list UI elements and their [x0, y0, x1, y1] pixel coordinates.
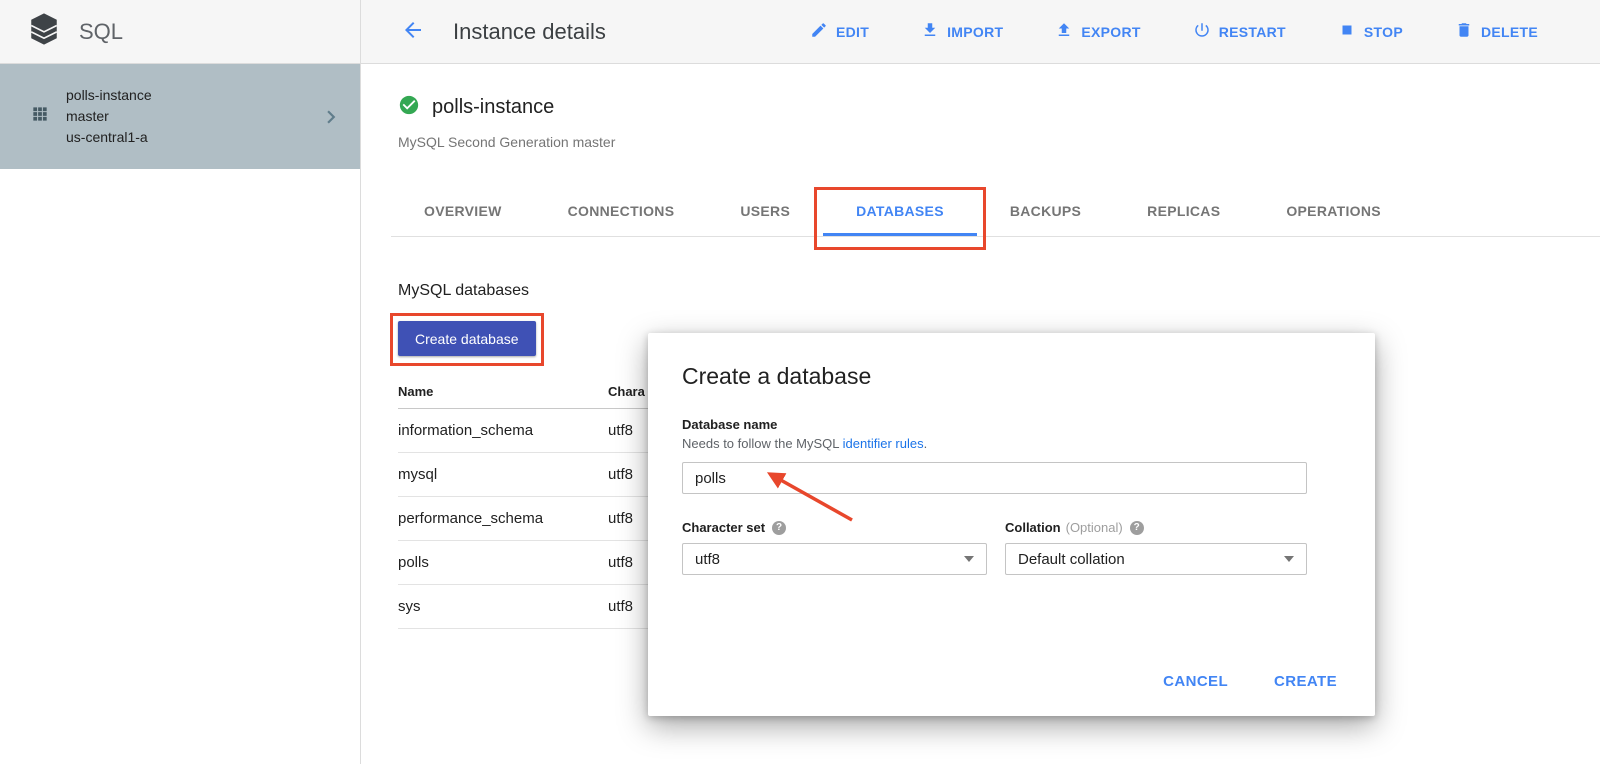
- database-name-label: Database name: [682, 417, 1341, 433]
- instance-tabs: OVERVIEW CONNECTIONS USERS DATABASES BAC…: [391, 186, 1600, 237]
- export-button[interactable]: EXPORT: [1055, 21, 1140, 42]
- page-header: Instance details EDIT IMPORT: [361, 0, 1600, 63]
- restart-icon: [1193, 21, 1211, 42]
- delete-label: DELETE: [1481, 24, 1538, 40]
- tab-operations[interactable]: OPERATIONS: [1253, 186, 1414, 236]
- cancel-button[interactable]: CANCEL: [1163, 673, 1228, 690]
- create-database-area: Create database: [398, 321, 536, 356]
- restart-button[interactable]: RESTART: [1193, 21, 1286, 42]
- stop-button[interactable]: STOP: [1338, 21, 1403, 42]
- sidebar-instance-text: polls-instance master us-central1-a: [66, 85, 152, 148]
- dialog-title: Create a database: [682, 361, 1341, 391]
- character-set-select[interactable]: utf8: [682, 543, 987, 575]
- dialog-dropdowns: Character set ? utf8 Collation (Optional…: [682, 520, 1341, 575]
- product-home[interactable]: SQL: [0, 0, 361, 63]
- help-icon[interactable]: ?: [772, 521, 786, 535]
- edit-button[interactable]: EDIT: [810, 21, 869, 42]
- collation-field: Collation (Optional) ? Default collation: [1005, 520, 1307, 575]
- collation-select[interactable]: Default collation: [1005, 543, 1307, 575]
- stop-label: STOP: [1364, 24, 1403, 40]
- product-name: SQL: [79, 19, 123, 45]
- status-ok-icon: [398, 94, 420, 121]
- section-heading: MySQL databases: [398, 282, 529, 300]
- tab-databases[interactable]: DATABASES: [823, 186, 977, 236]
- dropdown-caret-icon: [964, 556, 974, 562]
- tab-backups[interactable]: BACKUPS: [977, 186, 1114, 236]
- top-bar: SQL Instance details EDIT: [0, 0, 1600, 64]
- instance-name: polls-instance: [432, 96, 554, 119]
- collation-optional-label: (Optional): [1066, 520, 1123, 536]
- database-name-helper: Needs to follow the MySQL identifier rul…: [682, 436, 1341, 452]
- edit-icon: [810, 21, 828, 42]
- page-title: Instance details: [453, 19, 606, 45]
- back-arrow-icon: [401, 18, 425, 45]
- delete-button[interactable]: DELETE: [1455, 21, 1538, 42]
- instance-grid-icon: [30, 104, 50, 129]
- character-set-field: Character set ? utf8: [682, 520, 987, 575]
- sidebar-instance-name: polls-instance: [66, 85, 152, 106]
- import-icon: [921, 21, 939, 42]
- import-button[interactable]: IMPORT: [921, 21, 1003, 42]
- help-icon[interactable]: ?: [1130, 521, 1144, 535]
- database-name-input[interactable]: [682, 462, 1307, 494]
- character-set-label: Character set ?: [682, 520, 987, 536]
- edit-label: EDIT: [836, 24, 869, 40]
- tab-replicas[interactable]: REPLICAS: [1114, 186, 1253, 236]
- export-label: EXPORT: [1081, 24, 1140, 40]
- create-database-button[interactable]: Create database: [398, 321, 536, 356]
- cloud-sql-console: SQL Instance details EDIT: [0, 0, 1600, 764]
- sql-logo-icon: [27, 12, 61, 51]
- create-database-dialog: Create a database Database name Needs to…: [648, 333, 1375, 716]
- stop-icon: [1338, 21, 1356, 42]
- dropdown-caret-icon: [1284, 556, 1294, 562]
- instances-sidebar: polls-instance master us-central1-a: [0, 64, 361, 764]
- restart-label: RESTART: [1219, 24, 1286, 40]
- dialog-actions: CANCEL CREATE: [1163, 673, 1337, 690]
- header-actions: EDIT IMPORT EXPORT: [810, 21, 1538, 42]
- sidebar-instance-zone: us-central1-a: [66, 127, 152, 148]
- tab-overview[interactable]: OVERVIEW: [391, 186, 535, 236]
- dialog-create-button[interactable]: CREATE: [1274, 673, 1337, 690]
- tab-connections[interactable]: CONNECTIONS: [535, 186, 708, 236]
- chevron-right-icon: [318, 104, 344, 130]
- sidebar-instance-role: master: [66, 106, 152, 127]
- identifier-rules-link[interactable]: identifier rules: [843, 436, 924, 451]
- delete-icon: [1455, 21, 1473, 42]
- collation-label: Collation (Optional) ?: [1005, 520, 1307, 536]
- tab-users[interactable]: USERS: [707, 186, 823, 236]
- instance-subtitle: MySQL Second Generation master: [398, 134, 615, 150]
- export-icon: [1055, 21, 1073, 42]
- instance-header: polls-instance: [398, 94, 554, 121]
- sidebar-item-polls-instance[interactable]: polls-instance master us-central1-a: [0, 64, 360, 169]
- column-header-name: Name: [398, 384, 608, 399]
- back-button[interactable]: [401, 18, 425, 45]
- import-label: IMPORT: [947, 24, 1003, 40]
